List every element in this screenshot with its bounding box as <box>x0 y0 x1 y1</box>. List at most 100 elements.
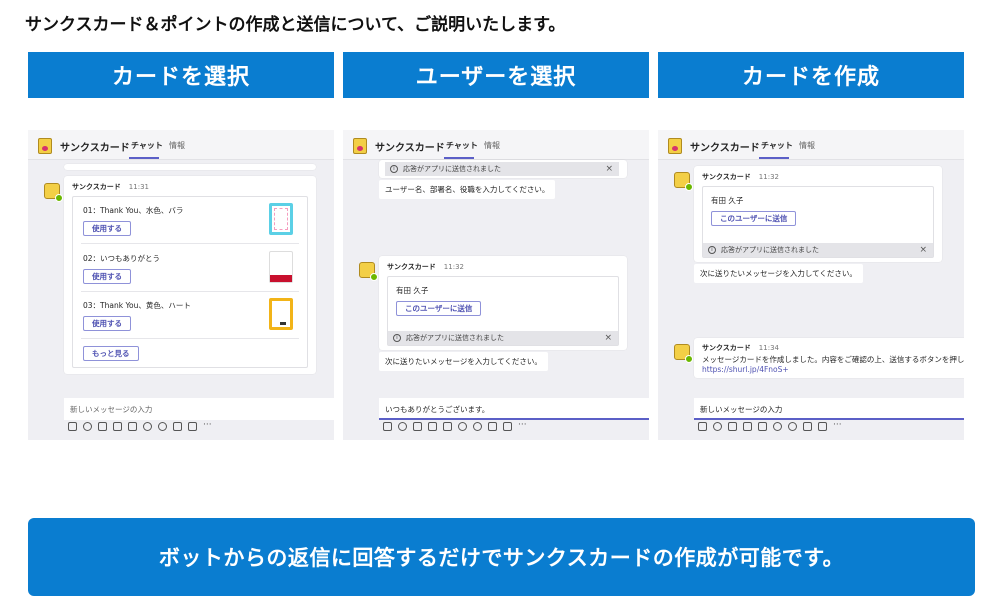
use-card-button[interactable]: 使用する <box>83 269 131 284</box>
more-options-icon[interactable]: ··· <box>833 421 845 431</box>
info-icon: i <box>393 334 401 342</box>
previous-message-edge <box>64 164 316 170</box>
previous-card-edge: i 応答がアプリに送信されました × <box>379 160 627 178</box>
emoji-icon[interactable] <box>83 422 92 431</box>
show-more-button[interactable]: もっと見る <box>83 346 139 361</box>
message-meta: サンクスカード 11:34 <box>702 343 779 353</box>
emoji-icon[interactable] <box>713 422 722 431</box>
online-status-icon <box>685 183 693 191</box>
card-list-message: サンクスカード 11:31 01：Thank You、水色、バラ 使用する 02：… <box>64 176 316 374</box>
bot-prompt-message: 次に送りたいメッセージを入力してください。 <box>379 352 548 371</box>
message-compose-input[interactable]: 新しいメッセージの入力 <box>694 398 964 420</box>
tab-chat[interactable]: チャット <box>761 140 793 151</box>
close-icon[interactable]: × <box>604 331 612 345</box>
card-thumbnail-thank-you-blue <box>269 203 293 235</box>
bot-avatar <box>674 344 693 363</box>
close-icon[interactable]: × <box>605 162 613 176</box>
format-icon[interactable] <box>383 422 392 431</box>
message-compose-input[interactable]: 新しいメッセージの入力 <box>64 398 334 420</box>
panel-topbar: サンクスカード チャット 情報 <box>658 130 964 160</box>
app-icon <box>353 138 367 154</box>
tab-chat[interactable]: チャット <box>131 140 163 151</box>
sticker-icon[interactable] <box>428 422 437 431</box>
panel-topbar: サンクスカード チャット 情報 <box>343 130 649 160</box>
send-to-user-button[interactable]: このユーザーに送信 <box>396 301 482 316</box>
online-status-icon <box>370 273 378 281</box>
sender-name: サンクスカード <box>387 263 436 271</box>
user-select-message: サンクスカード 11:32 有田 久子 このユーザーに送信 i 応答がアプリに送信… <box>379 256 627 350</box>
send-later-icon[interactable] <box>128 422 137 431</box>
approvals-icon[interactable] <box>818 422 827 431</box>
approvals-icon[interactable] <box>503 422 512 431</box>
message-time: 11:32 <box>443 263 464 271</box>
online-status-icon <box>55 194 63 202</box>
panel-topbar: サンクスカード チャット 情報 <box>28 130 334 160</box>
send-later-icon[interactable] <box>443 422 452 431</box>
card-option-label: 03：Thank You、黄色、ハート <box>83 301 191 310</box>
tab-info[interactable]: 情報 <box>169 140 185 151</box>
divider <box>81 291 299 292</box>
message-time: 11:34 <box>758 344 779 352</box>
apps-icon[interactable] <box>488 422 497 431</box>
sent-notice-bar: i 応答がアプリに送信されました × <box>388 331 618 345</box>
message-time: 11:31 <box>128 183 149 191</box>
format-icon[interactable] <box>698 422 707 431</box>
loop-icon[interactable] <box>158 422 167 431</box>
app-icon <box>668 138 682 154</box>
teams-panel-create-card: サンクスカード チャット 情報 サンクスカード 11:32 有田 久子 このユーザ… <box>658 130 964 440</box>
use-card-button[interactable]: 使用する <box>83 316 131 331</box>
close-icon[interactable]: × <box>919 243 927 257</box>
gif-icon[interactable] <box>413 422 422 431</box>
page-heading: サンクスカード＆ポイントの作成と送信について、ご説明いたします。 <box>25 15 566 35</box>
card-created-message: サンクスカード 11:34 メッセージカードを作成しました。内容をご確認の上、送信… <box>694 338 964 378</box>
app-title: サンクスカード <box>375 143 445 154</box>
card-thumbnail-thank-you-yellow <box>269 298 293 330</box>
emoji-icon[interactable] <box>398 422 407 431</box>
format-icon[interactable] <box>68 422 77 431</box>
card-option-label: 01：Thank You、水色、バラ <box>83 206 184 215</box>
message-compose-input[interactable]: いつもありがとうございます。 <box>379 398 649 420</box>
apps-icon[interactable] <box>803 422 812 431</box>
teams-panel-select-card: サンクスカード チャット 情報 サンクスカード 11:31 01：Thank Yo… <box>28 130 334 440</box>
send-later-icon[interactable] <box>758 422 767 431</box>
app-icon <box>38 138 52 154</box>
tab-info[interactable]: 情報 <box>799 140 815 151</box>
loop-icon[interactable] <box>788 422 797 431</box>
use-card-button[interactable]: 使用する <box>83 221 131 236</box>
sender-name: サンクスカード <box>72 183 121 191</box>
card-option-label: 02：いつもありがとう <box>83 254 161 263</box>
bot-avatar <box>674 172 693 191</box>
more-options-icon[interactable]: ··· <box>518 421 530 431</box>
online-status-icon <box>685 355 693 363</box>
apps-icon[interactable] <box>173 422 182 431</box>
sticker-icon[interactable] <box>113 422 122 431</box>
praise-icon[interactable] <box>773 422 782 431</box>
bot-avatar <box>44 183 63 202</box>
sent-notice-bar: i 応答がアプリに送信されました × <box>385 162 619 176</box>
user-select-card: 有田 久子 このユーザーに送信 i 応答がアプリに送信されました × <box>702 186 934 258</box>
gif-icon[interactable] <box>98 422 107 431</box>
card-options-box: 01：Thank You、水色、バラ 使用する 02：いつもありがとう 使用する… <box>72 196 308 368</box>
user-select-card: 有田 久子 このユーザーに送信 i 応答がアプリに送信されました × <box>387 276 619 346</box>
bot-avatar <box>359 262 378 281</box>
user-name: 有田 久子 <box>711 196 744 205</box>
tab-chat[interactable]: チャット <box>446 140 478 151</box>
gif-icon[interactable] <box>728 422 737 431</box>
more-options-icon[interactable]: ··· <box>203 421 215 431</box>
approvals-icon[interactable] <box>188 422 197 431</box>
sent-notice-text: 応答がアプリに送信されました <box>403 165 501 173</box>
sent-notice-text: 応答がアプリに送信されました <box>721 246 819 254</box>
tab-active-indicator <box>759 157 789 159</box>
sticker-icon[interactable] <box>743 422 752 431</box>
card-link[interactable]: https://shurl.jp/4FnoS+ <box>702 365 789 374</box>
card-created-text: メッセージカードを作成しました。内容をご確認の上、送信するボタンを押して <box>702 355 964 364</box>
message-meta: サンクスカード 11:31 <box>72 182 149 192</box>
send-to-user-button[interactable]: このユーザーに送信 <box>711 211 797 226</box>
info-icon: i <box>708 246 716 254</box>
praise-icon[interactable] <box>458 422 467 431</box>
compose-toolbar: ··· <box>383 421 530 431</box>
app-title: サンクスカード <box>690 143 760 154</box>
tab-info[interactable]: 情報 <box>484 140 500 151</box>
praise-icon[interactable] <box>143 422 152 431</box>
loop-icon[interactable] <box>473 422 482 431</box>
